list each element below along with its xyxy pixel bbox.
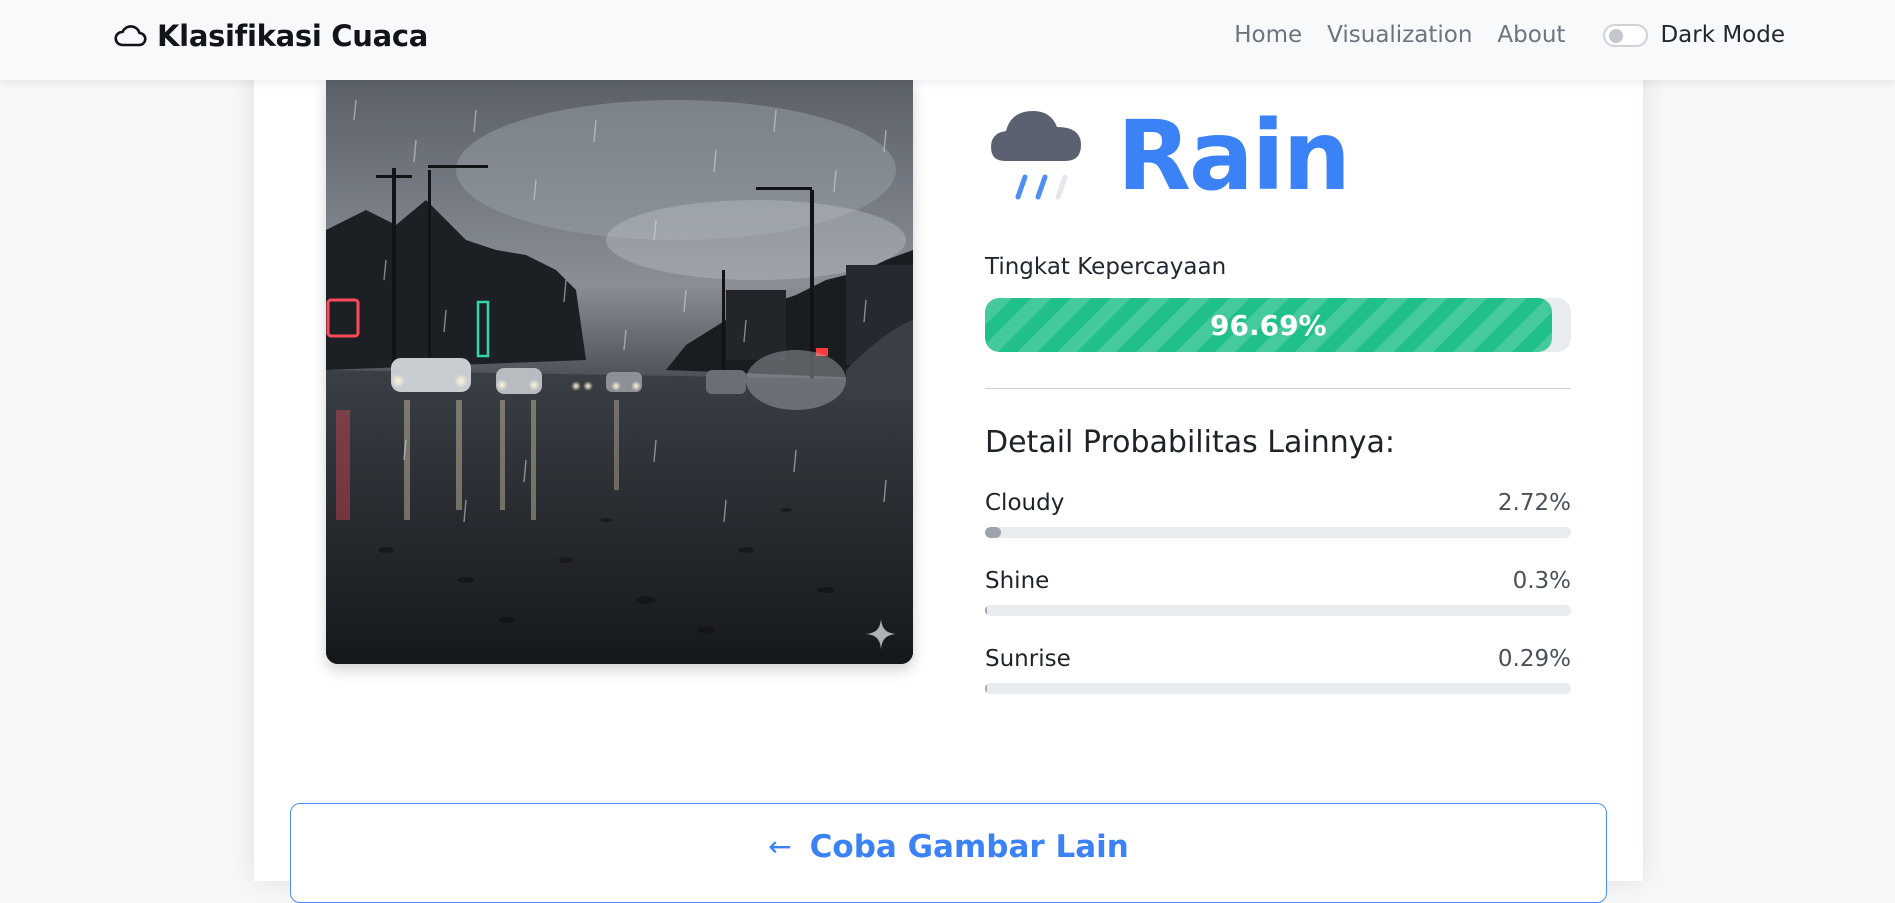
probability-bar-fill bbox=[985, 683, 987, 694]
nav-link-home[interactable]: Home bbox=[1234, 22, 1302, 48]
try-another-image-button[interactable]: ← Coba Gambar Lain bbox=[290, 803, 1607, 903]
rain-cloud-icon bbox=[991, 111, 1081, 200]
sparkle-icon bbox=[866, 619, 896, 649]
confidence-label: Tingkat Kepercayaan bbox=[985, 254, 1227, 280]
arrow-left-icon: ← bbox=[768, 830, 792, 863]
dark-mode-label: Dark Mode bbox=[1660, 22, 1785, 48]
probability-bar bbox=[985, 683, 1571, 694]
probability-name: Shine bbox=[985, 568, 1050, 594]
result-header: Rain bbox=[985, 100, 1351, 212]
probability-item-sunrise: Sunrise 0.29% bbox=[985, 644, 1571, 722]
probability-bar bbox=[985, 527, 1571, 538]
nav-links: Home Visualization About Dark Mode bbox=[1234, 22, 1785, 48]
probability-value: 0.29% bbox=[1497, 646, 1571, 672]
probability-list: Cloudy 2.72% Shine 0.3% Sunrise 0.29% bbox=[985, 488, 1571, 722]
probability-bar-fill bbox=[985, 605, 987, 616]
toggle-knob bbox=[1609, 28, 1624, 43]
confidence-bar-fill: 96.69% bbox=[985, 298, 1552, 352]
probability-bar bbox=[985, 605, 1571, 616]
brand-name: Klasifikasi Cuaca bbox=[157, 19, 429, 53]
probability-value: 2.72% bbox=[1497, 490, 1571, 516]
probability-name: Cloudy bbox=[985, 490, 1065, 516]
probability-value: 0.3% bbox=[1512, 568, 1571, 594]
confidence-value: 96.69% bbox=[1209, 308, 1327, 342]
navbar: Klasifikasi Cuaca Home Visualization Abo… bbox=[0, 0, 1895, 80]
probability-item-shine: Shine 0.3% bbox=[985, 566, 1571, 644]
uploaded-weather-image bbox=[326, 80, 913, 664]
divider bbox=[985, 388, 1571, 389]
predicted-label: Rain bbox=[1117, 100, 1351, 212]
probability-item-cloudy: Cloudy 2.72% bbox=[985, 488, 1571, 566]
brand[interactable]: Klasifikasi Cuaca bbox=[113, 19, 428, 53]
details-title: Detail Probabilitas Lainnya: bbox=[985, 425, 1395, 460]
probability-name: Sunrise bbox=[985, 646, 1071, 672]
rainy-street-photo bbox=[326, 80, 913, 664]
confidence-bar: 96.69% bbox=[985, 298, 1571, 352]
try-another-image-label: Coba Gambar Lain bbox=[809, 829, 1129, 865]
nav-link-about[interactable]: About bbox=[1497, 22, 1565, 48]
probability-bar-fill bbox=[985, 527, 1001, 538]
cloud-icon bbox=[114, 25, 147, 47]
nav-link-visualization[interactable]: Visualization bbox=[1327, 22, 1472, 48]
dark-mode-toggle[interactable] bbox=[1603, 23, 1649, 47]
